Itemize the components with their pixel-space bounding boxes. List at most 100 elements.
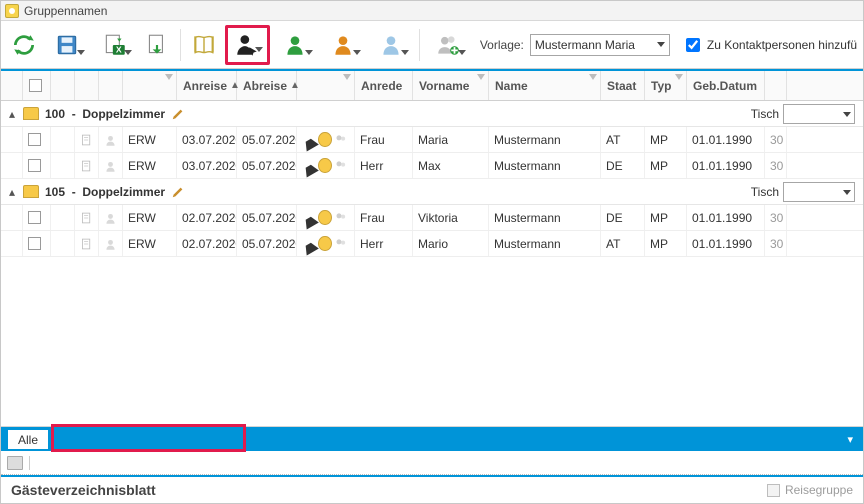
cell-checkbox[interactable] <box>23 231 51 256</box>
col-typ[interactable]: Typ <box>645 71 687 100</box>
tisch-label: Tisch <box>751 185 779 199</box>
filter-icon[interactable] <box>165 74 173 80</box>
contact-checkbox[interactable]: Zu Kontaktpersonen hinzufü <box>682 35 857 55</box>
table-row[interactable]: ERW 03.07.2020 05.07.2020 Frau Maria Mus… <box>1 127 863 153</box>
col-erw[interactable] <box>123 71 177 100</box>
cell-status-icons[interactable] <box>297 231 355 256</box>
cell-icon-c[interactable] <box>99 231 123 256</box>
save-button[interactable] <box>45 25 89 65</box>
cell-status-icons[interactable] <box>297 127 355 152</box>
filter-band[interactable]: Alle ▾ <box>1 427 863 451</box>
col-anrede[interactable]: Anrede <box>355 71 413 100</box>
collapse-icon[interactable]: ▴ <box>1 107 23 121</box>
group-row[interactable]: ▴ 105 - Doppelzimmer Tisch <box>1 179 863 205</box>
filter-icon[interactable] <box>675 74 683 80</box>
pencil-icon[interactable] <box>171 185 185 199</box>
chevron-down-icon <box>843 112 851 117</box>
cell-gebdatum: 01.01.1990 <box>687 153 765 178</box>
col-staat[interactable]: Staat <box>601 71 645 100</box>
grid-body: ▴ 100 - Doppelzimmer Tisch ERW 03.07.202… <box>1 101 863 426</box>
cell-icon-a[interactable] <box>51 127 75 152</box>
contact-checkbox-input[interactable] <box>686 38 700 52</box>
pencil-icon[interactable] <box>171 107 185 121</box>
col-blank-a[interactable] <box>51 71 75 100</box>
chevron-down-icon[interactable]: ▾ <box>847 433 853 446</box>
cell-expand <box>1 153 23 178</box>
filter-alle-tab[interactable]: Alle <box>7 429 49 449</box>
cell-icon-b[interactable] <box>75 231 99 256</box>
cell-icon-b[interactable] <box>75 205 99 230</box>
person-green-button[interactable] <box>274 25 318 65</box>
cell-icon-c[interactable] <box>99 205 123 230</box>
cell-anreise: 02.07.2020 <box>177 231 237 256</box>
cell-anrede: Herr <box>355 231 413 256</box>
tisch-select[interactable] <box>783 182 855 202</box>
cell-icon-b[interactable] <box>75 153 99 178</box>
col-blank-c[interactable] <box>99 71 123 100</box>
cell-erw: ERW <box>123 153 177 178</box>
cell-checkbox[interactable] <box>23 153 51 178</box>
cell-anreise: 03.07.2020 <box>177 127 237 152</box>
table-row[interactable]: ERW 02.07.2020 05.07.2020 Herr Mario Mus… <box>1 231 863 257</box>
book-button[interactable] <box>187 25 221 65</box>
group-row[interactable]: ▴ 100 - Doppelzimmer Tisch <box>1 101 863 127</box>
col-blank-b[interactable] <box>75 71 99 100</box>
collapse-icon[interactable]: ▴ <box>1 185 23 199</box>
export-sheet-button[interactable] <box>140 25 174 65</box>
person-cursor-icon <box>234 32 260 58</box>
smiley-icon <box>318 132 332 147</box>
col-anreise[interactable]: Anreise▲ <box>177 71 237 100</box>
pointer-icon <box>299 235 319 255</box>
document-icon <box>80 158 93 174</box>
book-icon <box>191 32 217 58</box>
col-checkbox[interactable] <box>23 71 51 100</box>
cell-icon-c[interactable] <box>99 127 123 152</box>
people-add-button[interactable] <box>426 25 470 65</box>
chevron-down-icon <box>305 50 313 55</box>
cell-icon-a[interactable] <box>51 205 75 230</box>
template-select[interactable]: Mustermann Maria <box>530 34 670 56</box>
person-blue-button[interactable] <box>369 25 413 65</box>
cell-status-icons[interactable] <box>297 205 355 230</box>
table-row[interactable]: ERW 02.07.2020 05.07.2020 Frau Viktoria … <box>1 205 863 231</box>
cell-staat: DE <box>601 205 645 230</box>
footer: Gästeverzeichnisblatt Reisegruppe <box>1 475 863 503</box>
window-title: Gruppennamen <box>24 4 107 18</box>
col-age[interactable] <box>765 71 787 100</box>
cell-icon-a[interactable] <box>51 153 75 178</box>
col-icons[interactable] <box>297 71 355 100</box>
cell-anreise: 03.07.2020 <box>177 153 237 178</box>
cell-anrede: Herr <box>355 153 413 178</box>
export-sheet-icon <box>144 32 170 58</box>
refresh-button[interactable] <box>7 25 41 65</box>
cell-checkbox[interactable] <box>23 205 51 230</box>
cell-icon-a[interactable] <box>51 231 75 256</box>
col-gebdatum[interactable]: Geb.Datum <box>687 71 765 100</box>
filter-icon[interactable] <box>477 74 485 80</box>
cell-abreise: 05.07.2020 <box>237 153 297 178</box>
printer-icon[interactable] <box>7 456 23 470</box>
person-small-icon <box>104 158 117 174</box>
chevron-down-icon <box>77 50 85 55</box>
cell-typ: MP <box>645 127 687 152</box>
cell-icon-b[interactable] <box>75 127 99 152</box>
export-excel-button[interactable]: X <box>93 25 137 65</box>
cell-icon-c[interactable] <box>99 153 123 178</box>
table-row[interactable]: ERW 03.07.2020 05.07.2020 Herr Max Muste… <box>1 153 863 179</box>
col-name[interactable]: Name <box>489 71 601 100</box>
cell-abreise: 05.07.2020 <box>237 205 297 230</box>
filter-icon[interactable] <box>343 74 351 80</box>
cell-anrede: Frau <box>355 127 413 152</box>
col-vorname[interactable]: Vorname <box>413 71 489 100</box>
person-assign-button[interactable] <box>225 25 270 65</box>
person-orange-button[interactable] <box>321 25 365 65</box>
reisegruppe-checkbox: Reisegruppe <box>767 483 853 497</box>
cell-age: 30 <box>765 231 787 256</box>
document-icon <box>80 236 93 252</box>
filter-icon[interactable] <box>589 74 597 80</box>
tisch-select[interactable] <box>783 104 855 124</box>
cell-checkbox[interactable] <box>23 127 51 152</box>
group-small-icon <box>334 210 347 225</box>
col-abreise[interactable]: Abreise▲ <box>237 71 297 100</box>
cell-status-icons[interactable] <box>297 153 355 178</box>
